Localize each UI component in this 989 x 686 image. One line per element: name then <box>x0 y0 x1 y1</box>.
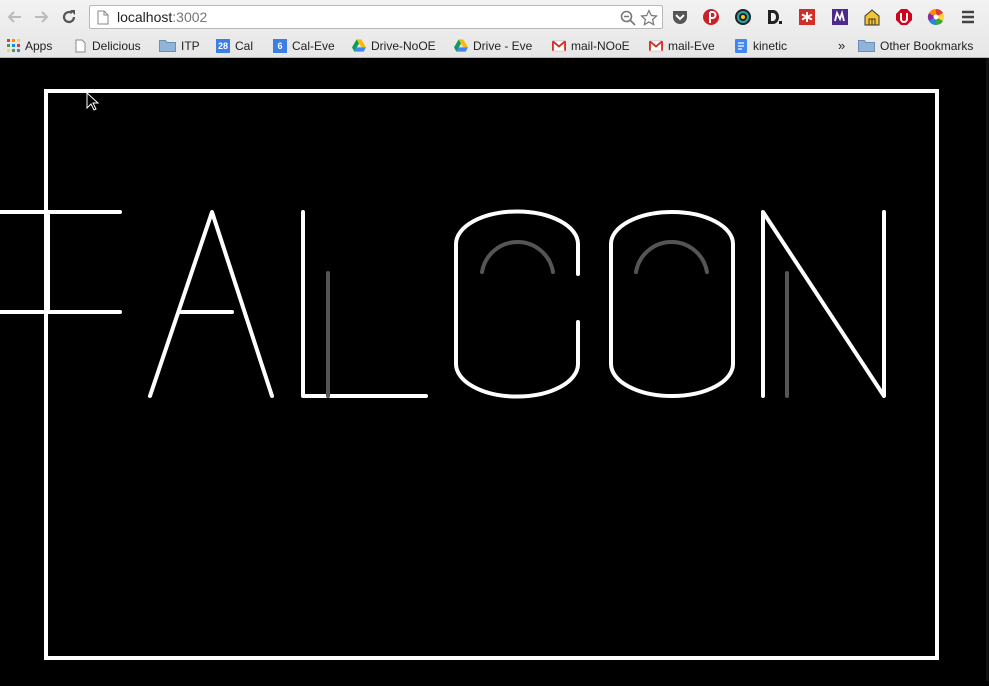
page-icon <box>73 39 87 53</box>
pocket-icon[interactable] <box>670 7 690 27</box>
bookmark-label: mail-NOoE <box>571 38 630 53</box>
calendar-badge: 28 <box>217 40 228 51</box>
forward-button[interactable] <box>30 6 52 28</box>
url-host: localhost <box>117 9 173 25</box>
frame-border <box>44 89 939 660</box>
address-bar[interactable]: localhost:3002 <box>89 5 663 29</box>
other-bookmarks-folder[interactable]: Other Bookmarks <box>858 37 973 54</box>
apps-grid-icon <box>6 39 20 53</box>
mouse-cursor-icon <box>86 92 100 111</box>
letter-l <box>301 210 428 398</box>
gmail-icon <box>649 39 663 53</box>
bookmarks-bar: Apps Delicious ITP 28 Cal 6 Cal-Eve Driv… <box>0 34 989 57</box>
bookmark-apps[interactable]: Apps <box>6 37 52 54</box>
letter-o <box>609 210 735 398</box>
ghost-strokes <box>326 240 789 398</box>
folder-icon <box>159 39 176 53</box>
calendar-badge: 6 <box>277 40 283 51</box>
bookmark-itp[interactable]: ITP <box>159 37 200 54</box>
bookmark-label: Other Bookmarks <box>880 38 974 53</box>
bookmark-label: Drive-NoOE <box>371 38 436 53</box>
color-wheel-icon[interactable] <box>733 7 753 27</box>
color-picker-icon[interactable] <box>926 7 946 27</box>
reload-icon <box>62 10 76 24</box>
home-icon[interactable] <box>862 7 882 27</box>
browser-toolbar: localhost:3002 <box>0 0 989 34</box>
bookmark-drive-eve[interactable]: Drive - Eve <box>454 37 532 54</box>
menu-icon[interactable] <box>958 7 978 27</box>
falcon-artwork <box>0 89 939 660</box>
page-icon <box>97 10 109 25</box>
letter-a <box>148 210 274 398</box>
letter-n <box>761 210 886 398</box>
bookmark-label: Cal <box>235 38 254 53</box>
letter-f <box>0 210 122 314</box>
calendar-icon: 28 <box>216 38 230 53</box>
back-arrow-icon <box>7 11 21 23</box>
browser-chrome: localhost:3002 Apps Delicious ITP 28 Cal… <box>0 0 989 58</box>
m-icon[interactable] <box>830 7 850 27</box>
reload-button[interactable] <box>58 6 80 28</box>
bookmark-drive-nooe[interactable]: Drive-NoOE <box>352 37 436 54</box>
page-canvas[interactable] <box>0 58 989 681</box>
bookmark-label: kinetic <box>753 38 788 53</box>
bookmark-mail-nooe[interactable]: mail-NOoE <box>552 37 630 54</box>
bookmark-kinetic[interactable]: kinetic <box>734 37 787 54</box>
stop-icon[interactable] <box>894 7 914 27</box>
bookmark-label: Delicious <box>92 38 141 53</box>
bookmark-label: ITP <box>181 38 200 53</box>
bookmark-label: Cal-Eve <box>292 38 335 53</box>
back-button[interactable] <box>4 6 26 28</box>
lastpass-icon[interactable] <box>797 7 817 27</box>
bookmark-cal[interactable]: 28 Cal <box>216 37 253 54</box>
bookmark-label: Apps <box>25 38 53 53</box>
address-url: localhost:3002 <box>117 9 207 25</box>
pinterest-icon[interactable] <box>701 7 721 27</box>
url-port: :3002 <box>172 9 208 25</box>
d-icon[interactable] <box>764 7 784 27</box>
forward-arrow-icon <box>35 11 49 23</box>
letter-c <box>454 209 580 399</box>
bookmark-mail-eve[interactable]: mail-Eve <box>649 37 715 54</box>
gmail-icon <box>552 39 566 53</box>
calendar-icon: 6 <box>273 38 287 53</box>
zoom-icon[interactable] <box>620 10 636 26</box>
folder-icon <box>858 39 875 53</box>
bookmarks-overflow-button[interactable]: » <box>838 37 845 54</box>
bookmark-delicious[interactable]: Delicious <box>73 37 141 54</box>
drive-icon <box>352 39 366 53</box>
bookmark-label: mail-Eve <box>668 38 715 53</box>
docs-icon <box>734 38 748 53</box>
drive-icon <box>454 39 468 53</box>
star-icon[interactable] <box>640 9 658 27</box>
bookmark-label: Drive - Eve <box>473 38 533 53</box>
bookmark-cal-eve[interactable]: 6 Cal-Eve <box>273 37 335 54</box>
